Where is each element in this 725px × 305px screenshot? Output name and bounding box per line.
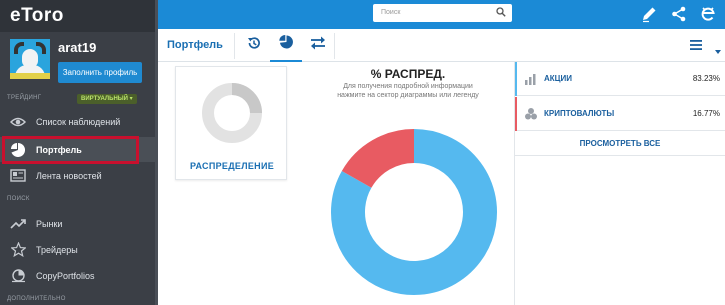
etoro-e-icon[interactable]	[699, 5, 717, 23]
trend-up-icon	[10, 216, 26, 232]
eye-icon	[10, 114, 26, 130]
donut-slice-1[interactable]	[341, 129, 415, 189]
sidebar-item-news[interactable]: Лента новостей	[0, 163, 155, 188]
view-all-link[interactable]: ПРОСМОТРЕТЬ ВСЕ	[515, 132, 725, 156]
history-icon	[247, 36, 261, 55]
tab-transfers[interactable]	[302, 29, 334, 62]
allocation-mini-card[interactable]: РАСПРЕДЕЛЕНИЕ	[175, 66, 287, 180]
tab-divider	[334, 33, 335, 59]
tab-allocation[interactable]	[270, 29, 302, 62]
star-icon	[10, 242, 26, 258]
sidebar: eToro arat19 Заполнить профиль ТРЕЙДИНГ …	[0, 0, 155, 305]
legend-name: АКЦИИ	[544, 74, 573, 83]
allocation-donut-chart[interactable]	[324, 122, 504, 302]
chart-title: % РАСПРЕД.	[370, 67, 446, 81]
tab-history[interactable]	[238, 29, 270, 62]
newspaper-icon	[10, 168, 26, 184]
portfolio-content: РАСПРЕДЕЛЕНИЕ % РАСПРЕД. Для получения п…	[158, 62, 725, 305]
legend-item-crypto[interactable]: КРИПТОВАЛЮТЫ 16.77%	[515, 97, 725, 131]
etoro-logo[interactable]: eToro	[10, 5, 64, 27]
portfolio-highlight-box	[2, 136, 139, 164]
mini-donut-chart	[202, 83, 262, 143]
crypto-icon	[524, 107, 538, 121]
pie-chart-icon	[279, 35, 293, 54]
sidebar-item-label: CopyPortfolios	[36, 270, 95, 281]
profile-block: arat19 Заполнить профиль	[0, 32, 155, 90]
sidebar-item-label: Трейдеры	[36, 244, 78, 255]
edit-icon[interactable]	[640, 5, 658, 23]
sidebar-item-watchlist[interactable]: Список наблюдений	[0, 109, 155, 134]
sidebar-item-label: Рынки	[36, 218, 63, 229]
trading-label: ТРЕЙДИНГ	[7, 95, 42, 101]
page-title: Портфель	[167, 39, 223, 51]
share-icon[interactable]	[670, 5, 688, 23]
sidebar-item-label: Лента новостей	[36, 170, 102, 181]
portfolio-toolbar: Портфель	[158, 29, 725, 62]
avatar[interactable]	[10, 39, 50, 79]
more-section-label: ДОПОЛНИТЕЛЬНО	[7, 296, 66, 302]
legend-value: 16.77%	[692, 109, 720, 118]
fill-profile-button[interactable]: Заполнить профиль	[58, 62, 142, 83]
sidebar-item-traders[interactable]: Трейдеры	[0, 237, 155, 262]
trading-row: ТРЕЙДИНГ ВИРТУАЛЬНЫЙ ▾	[0, 92, 155, 106]
legend-item-stocks[interactable]: АКЦИИ 83.23%	[515, 62, 725, 96]
copyportfolio-icon	[10, 268, 26, 284]
chart-subtitle: Для получения подробной информации нажми…	[337, 83, 479, 99]
search-placeholder: Поиск	[381, 9, 401, 16]
stocks-icon	[524, 72, 538, 86]
legend-color-bar	[515, 97, 517, 131]
tab-divider	[234, 33, 235, 59]
allocation-mini-label: РАСПРЕДЕЛЕНИЕ	[189, 161, 275, 171]
trading-mode-dropdown[interactable]: ВИРТУАЛЬНЫЙ ▾	[77, 94, 137, 104]
sidebar-item-label: Список наблюдений	[36, 116, 121, 127]
top-bar: Поиск	[158, 0, 725, 29]
sidebar-item-markets[interactable]: Рынки	[0, 211, 155, 236]
legend-color-bar	[515, 62, 517, 96]
username[interactable]: arat19	[58, 40, 96, 55]
list-view-icon[interactable]	[689, 38, 703, 52]
swap-arrows-icon	[310, 36, 326, 55]
chevron-down-icon[interactable]	[715, 42, 721, 54]
sidebar-item-copyportfolios[interactable]: CopyPortfolios	[0, 263, 155, 288]
legend-value: 83.23%	[692, 74, 720, 83]
search-icon[interactable]	[496, 7, 506, 17]
allocation-chart-panel: % РАСПРЕД. Для получения подробной инфор…	[302, 62, 514, 305]
legend-name: КРИПТОВАЛЮТЫ	[544, 109, 615, 118]
search-section-label: ПОИСК	[7, 196, 30, 202]
logo-bar: eToro	[0, 0, 155, 32]
search-input[interactable]: Поиск	[373, 4, 512, 22]
